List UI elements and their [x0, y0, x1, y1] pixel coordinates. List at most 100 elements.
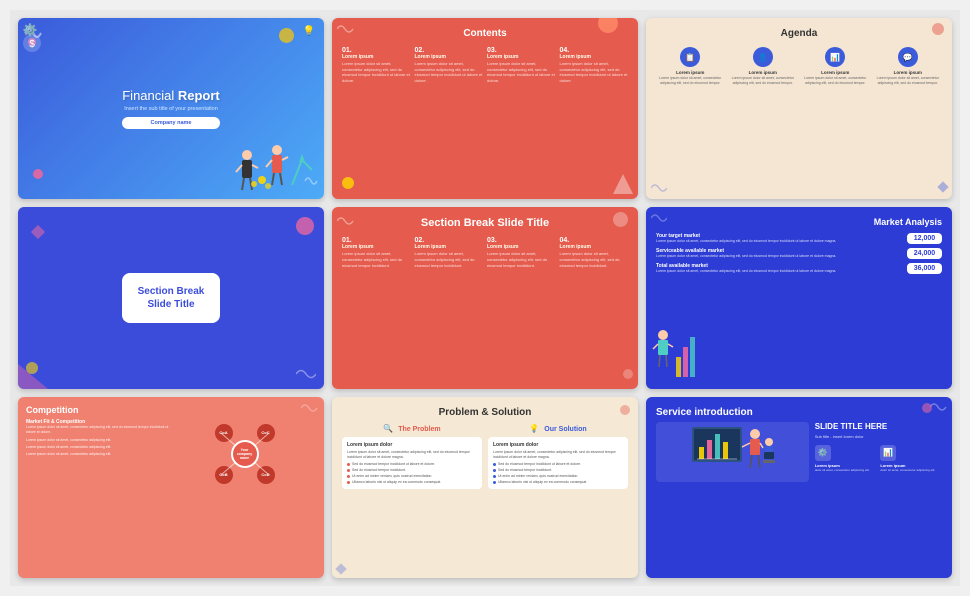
contents-item-4: 04. Lorem ipsum Lorem ipsum dolor sit am…	[560, 47, 629, 83]
slide-section-break-blue: Section Break Slide Title	[18, 207, 324, 388]
sol-dot-3	[493, 475, 496, 478]
deco-circle-agenda	[932, 23, 944, 35]
magnify-icon: 🔍	[383, 424, 393, 433]
sol-dot-4	[493, 481, 496, 484]
service-icon-chart: 📊	[880, 445, 896, 461]
market-badge-1: 12,000	[907, 233, 942, 244]
agenda-icon-3: 📊	[825, 47, 845, 67]
service-icon-gear: ⚙️	[815, 445, 831, 461]
agenda-icon-1: 📋	[680, 47, 700, 67]
triangle-deco	[613, 174, 633, 194]
market-heading-wrap: Market Analysis	[656, 217, 942, 233]
bulb-icon: 💡	[302, 23, 316, 37]
market-row-3: Total available market Lorem ipsum dolor…	[656, 263, 942, 274]
slide-section-break-red: Section Break Slide Title 01. Lorem ipsu…	[332, 207, 638, 388]
solution-title: 💡 Our Solution	[488, 424, 628, 433]
dollar-icon: $	[22, 33, 42, 53]
deco-triangle-sb	[18, 364, 48, 389]
prob-dot-2	[347, 469, 350, 472]
service-illustration-svg	[687, 422, 777, 482]
comp-node-center: Your company name	[231, 440, 259, 468]
market-desc-2: Serviceable available market Lorem ipsum…	[656, 248, 903, 259]
market-desc-3: Total available market Lorem ipsum dolor…	[656, 263, 903, 274]
market-badge-2: 24,000	[907, 248, 942, 259]
competition-items: Lorem ipsum dolor sit amet, consectetur …	[26, 438, 169, 456]
agenda-icon-2: 👤	[753, 47, 773, 67]
company-name-button[interactable]: Company name	[122, 117, 220, 129]
service-icon-1: ⚙️ Lorem ipsum dolor sit amet, consectet…	[815, 445, 877, 472]
deco-wave-ma	[651, 212, 667, 224]
deco-wave-si	[930, 401, 948, 413]
market-analysis-rows: Your target market Lorem ipsum dolor sit…	[656, 233, 942, 274]
slide-8-heading: Problem & Solution	[342, 407, 628, 418]
slide-5-item-4: 04. Lorem ipsum Lorem ipsum dolor sit am…	[560, 237, 629, 268]
service-big-title: SLIDE TITLE HERE	[815, 422, 942, 431]
deco-circle-ps	[620, 405, 630, 415]
prob-dot-1	[347, 463, 350, 466]
comp-diagram-container: CoA CoB CoC CoD Your company name	[205, 419, 285, 489]
slide-1-subtitle: Insert the sub title of your presentatio…	[122, 106, 220, 112]
deco-circle-si	[922, 403, 932, 413]
contents-item-3: 03. Lorem ipsum Lorem ipsum dolor sit am…	[487, 47, 556, 83]
prob-bullet-2: Sed do eiusmod tempor incididunt.	[347, 468, 477, 472]
competition-diagram: CoA CoB CoC CoD Your company name	[173, 419, 316, 489]
slide-5-item-2: 02. Lorem ipsum Lorem ipsum dolor sit am…	[415, 237, 484, 268]
section-break-box: Section Break Slide Title	[122, 273, 221, 323]
service-right: SLIDE TITLE HERE Sub title - insert lore…	[815, 422, 942, 472]
slide-6-heading: Market Analysis	[874, 217, 942, 227]
slide-grid: $ ⚙️ 💡 Financial Report Insert the sub t…	[10, 10, 960, 586]
market-desc-1: Your target market Lorem ipsum dolor sit…	[656, 233, 903, 244]
deco-blob-2	[342, 177, 354, 189]
agenda-items: 📋 Lorem ipsum Lorem ipsum dolor sit amet…	[656, 47, 942, 86]
slide-3-heading: Agenda	[656, 28, 942, 39]
solution-column: 💡 Our Solution Lorem ipsum dolor Lorem i…	[488, 424, 628, 490]
problem-column: 🔍 The Problem Lorem ipsum dolor Lorem ip…	[342, 424, 482, 490]
agenda-item-3: 📊 Lorem ipsum Lorem ipsum dolor sit amet…	[801, 47, 870, 86]
agenda-item-2: 👤 Lorem ipsum Lorem ipsum dolor sit amet…	[729, 47, 798, 86]
deco-wave-sr	[337, 215, 355, 227]
slide-2-heading: Contents	[342, 28, 628, 39]
contents-items: 01. Lorem ipsum Lorem ipsum dolor sit am…	[342, 47, 628, 83]
deco-circle-yellow	[279, 28, 294, 43]
deco-diamond-agenda	[937, 182, 948, 193]
comp-item-1: Lorem ipsum dolor sit amet, consectetur …	[26, 438, 169, 442]
gear-icon: ⚙️	[21, 21, 39, 39]
prob-bullet-4: Ullamco laboris nisi ut aliquip ex ea co…	[347, 480, 477, 484]
slide-7-heading: Competition	[26, 405, 316, 415]
slide-service-introduction: Service introduction	[646, 397, 952, 578]
market-people-svg	[651, 327, 701, 382]
deco-circle-small	[28, 38, 36, 46]
deco-squiggle-2	[303, 173, 319, 189]
hero-illustration	[232, 140, 322, 195]
slide-agenda: Agenda 📋 Lorem ipsum Lorem ipsum dolor s…	[646, 18, 952, 199]
market-row-2: Serviceable available market Lorem ipsum…	[656, 248, 942, 259]
comp-item-2: Lorem ipsum dolor sit amet, consectetur …	[26, 445, 169, 449]
slide-5-heading: Section Break Slide Title	[342, 217, 628, 229]
slide-market-analysis: Market Analysis Your target market	[646, 207, 952, 388]
agenda-item-4: 💬 Lorem ipsum Lorem ipsum dolor sit amet…	[874, 47, 943, 86]
prob-sol-grid: 🔍 The Problem Lorem ipsum dolor Lorem ip…	[342, 424, 628, 490]
contents-item-1: 01. Lorem ipsum Lorem ipsum dolor sit am…	[342, 47, 411, 83]
competition-desc: Lorem ipsum dolor sit amet, consectetur …	[26, 425, 169, 435]
slide-5-item-1: 01. Lorem ipsum Lorem ipsum dolor sit am…	[342, 237, 411, 268]
svg-text:$: $	[29, 39, 35, 50]
agenda-item-1: 📋 Lorem ipsum Lorem ipsum dolor sit amet…	[656, 47, 725, 86]
slide-5-item-3: 03. Lorem ipsum Lorem ipsum dolor sit am…	[487, 237, 556, 268]
sol-bullet-3: Ut enim ad minim veniam, quis nostrud ex…	[493, 474, 623, 478]
service-icon-2: 📊 Lorem ipsum dolor sit amet, consectetu…	[880, 445, 942, 472]
slide-1-title: Financial Report	[122, 88, 220, 104]
problem-title: 🔍 The Problem	[342, 424, 482, 433]
solution-content: Lorem ipsum dolor Lorem ipsum dolor sit …	[488, 437, 628, 490]
deco-diamond-ps	[335, 563, 346, 574]
agenda-icon-4: 💬	[898, 47, 918, 67]
slide-financial-report: $ ⚙️ 💡 Financial Report Insert the sub t…	[18, 18, 324, 199]
sol-bullet-4: Ullamco laboris nisi ut aliquip ex ea co…	[493, 480, 623, 484]
contents-item-2: 02. Lorem ipsum Lorem ipsum dolor sit am…	[415, 47, 484, 83]
competition-content: Market Fit & Competition Lorem ipsum dol…	[26, 419, 316, 489]
deco-wave-agenda	[651, 182, 667, 194]
competition-left: Market Fit & Competition Lorem ipsum dol…	[26, 419, 169, 489]
slide-1-content: Financial Report Insert the sub title of…	[122, 88, 220, 130]
deco-circle-sb1	[296, 217, 314, 235]
comp-item-3: Lorem ipsum dolor sit amet, consectetur …	[26, 452, 169, 456]
deco-circle-pink	[33, 169, 43, 179]
